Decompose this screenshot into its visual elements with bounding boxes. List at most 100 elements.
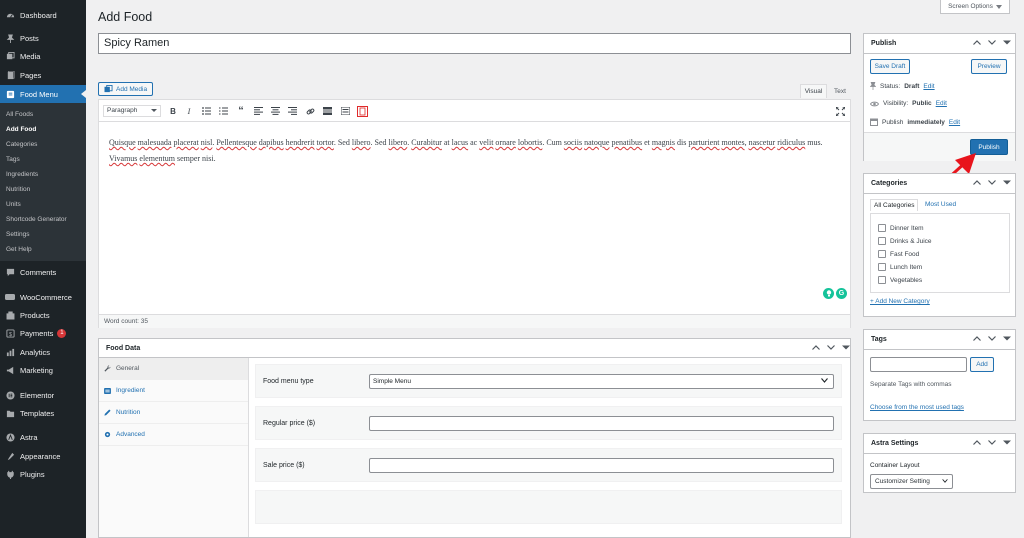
woocommerce-icon: [5, 292, 15, 302]
products-icon: [5, 310, 15, 320]
bold-icon[interactable]: B: [167, 105, 179, 117]
move-down-icon[interactable]: [987, 438, 996, 447]
editor-content[interactable]: Quisque malesuada placerat nisl. Pellent…: [109, 135, 844, 167]
sidebar-item-analytics[interactable]: Analytics: [0, 343, 86, 361]
sidebar-item-media[interactable]: Media: [0, 47, 86, 65]
numbered-list-icon[interactable]: [217, 105, 229, 117]
toggle-panel-icon[interactable]: [1002, 334, 1011, 343]
toggle-panel-icon[interactable]: [1002, 38, 1011, 47]
regular-price-input[interactable]: [369, 416, 834, 431]
schedule-row: Publish immediately Edit: [870, 118, 960, 126]
move-up-icon[interactable]: [811, 343, 820, 352]
submenu-settings[interactable]: Settings: [6, 231, 30, 238]
align-center-icon[interactable]: [269, 105, 281, 117]
sidebar-item-dashboard[interactable]: Dashboard: [0, 6, 86, 24]
pin-icon: [870, 82, 876, 90]
tab-nutrition[interactable]: Nutrition: [99, 402, 248, 424]
choose-tags-link[interactable]: Choose from the most used tags: [870, 404, 964, 411]
sidebar-item-food-menu[interactable]: Food Menu: [0, 85, 86, 103]
save-draft-button[interactable]: Save Draft: [870, 59, 910, 74]
read-more-icon[interactable]: [321, 105, 333, 117]
tab-ingredient[interactable]: Ingredient: [99, 380, 248, 402]
move-down-icon[interactable]: [987, 178, 996, 187]
align-left-icon[interactable]: [252, 105, 264, 117]
bullet-list-icon[interactable]: [200, 105, 212, 117]
sidebar-item-posts[interactable]: Posts: [0, 29, 86, 47]
grammarly-widget: G: [823, 288, 847, 299]
preview-button[interactable]: Preview: [971, 59, 1007, 74]
shortcode-icon[interactable]: [356, 105, 368, 117]
sale-price-input[interactable]: [369, 458, 834, 473]
sidebar-item-woocommerce[interactable]: WooCommerce: [0, 288, 86, 306]
post-title-input[interactable]: Spicy Ramen: [98, 33, 851, 54]
toolbar-toggle-icon[interactable]: [339, 105, 351, 117]
submenu-add-food[interactable]: Add Food: [6, 126, 36, 133]
move-up-icon[interactable]: [972, 38, 981, 47]
sidebar-item-elementor[interactable]: Elementor: [0, 386, 86, 404]
astra-settings-header: Astra Settings: [864, 434, 1015, 454]
astra-icon: [5, 432, 15, 442]
category-checkbox[interactable]: [878, 276, 886, 284]
tab-advanced[interactable]: Advanced: [99, 424, 248, 446]
toggle-panel-icon[interactable]: [1002, 438, 1011, 447]
submenu-shortcode-generator[interactable]: Shortcode Generator: [6, 216, 67, 223]
add-media-button[interactable]: Add Media: [98, 82, 154, 96]
visibility-row: Visibility: Public Edit: [870, 100, 947, 107]
tab-all-categories[interactable]: All Categories: [870, 199, 919, 211]
category-checkbox[interactable]: [878, 237, 886, 245]
sidebar-item-payments[interactable]: $ Payments 1: [0, 324, 86, 342]
submenu-units[interactable]: Units: [6, 201, 21, 208]
sidebar-item-appearance[interactable]: Appearance: [0, 447, 86, 465]
submenu-get-help[interactable]: Get Help: [6, 246, 32, 253]
screen-options-button[interactable]: Screen Options: [940, 0, 1010, 14]
category-checkbox[interactable]: [878, 250, 886, 258]
grammarly-lightbulb-icon[interactable]: [823, 288, 834, 299]
sidebar-item-marketing[interactable]: Marketing: [0, 361, 86, 379]
move-up-icon[interactable]: [972, 178, 981, 187]
sidebar-item-templates[interactable]: Templates: [0, 404, 86, 422]
blockquote-icon[interactable]: “: [235, 105, 247, 117]
toggle-panel-icon[interactable]: [1002, 178, 1011, 187]
submenu-all-foods[interactable]: All Foods: [6, 111, 33, 118]
edit-schedule-link[interactable]: Edit: [949, 119, 960, 126]
category-checkbox[interactable]: [878, 263, 886, 271]
toggle-panel-icon[interactable]: [841, 343, 850, 352]
tab-visual[interactable]: Visual: [800, 84, 827, 98]
submenu-tags[interactable]: Tags: [6, 156, 20, 163]
category-checkbox[interactable]: [878, 224, 886, 232]
move-down-icon[interactable]: [826, 343, 835, 352]
add-tag-button[interactable]: Add: [970, 357, 994, 372]
container-layout-select[interactable]: Customizer Setting: [870, 474, 953, 489]
sidebar-item-comments[interactable]: Comments: [0, 263, 86, 281]
fullscreen-icon[interactable]: [834, 105, 846, 117]
misspelled-word: Quisque: [109, 138, 136, 147]
edit-visibility-link[interactable]: Edit: [936, 100, 947, 107]
grammarly-icon[interactable]: G: [836, 288, 847, 299]
sidebar-item-astra[interactable]: Astra: [0, 428, 86, 446]
food-menu-type-select[interactable]: Simple Menu: [369, 374, 834, 389]
tag-input[interactable]: [870, 357, 967, 372]
category-checklist: Dinner Item Drinks & Juice Fast Food Lun…: [870, 213, 1010, 293]
edit-status-link[interactable]: Edit: [923, 83, 934, 90]
tab-most-used[interactable]: Most Used: [925, 201, 956, 208]
tab-general[interactable]: General: [99, 358, 248, 380]
submenu-nutrition[interactable]: Nutrition: [6, 186, 30, 193]
ingredient-icon: [104, 387, 111, 394]
add-new-category-link[interactable]: + Add New Category: [870, 298, 930, 305]
move-down-icon[interactable]: [987, 334, 996, 343]
submenu-categories[interactable]: Categories: [6, 141, 37, 148]
sidebar-item-pages[interactable]: Pages: [0, 66, 86, 84]
italic-icon[interactable]: I: [183, 105, 195, 117]
move-up-icon[interactable]: [972, 334, 981, 343]
submenu-ingredients[interactable]: Ingredients: [6, 171, 38, 178]
format-select[interactable]: Paragraph: [103, 105, 161, 117]
astra-settings-box: Astra Settings Container Layout Customiz…: [863, 433, 1016, 493]
tab-text[interactable]: Text: [829, 84, 851, 98]
align-right-icon[interactable]: [286, 105, 298, 117]
payments-badge: 1: [57, 328, 67, 338]
sidebar-item-products[interactable]: Products: [0, 306, 86, 324]
move-up-icon[interactable]: [972, 438, 981, 447]
sidebar-item-plugins[interactable]: Plugins: [0, 465, 86, 483]
move-down-icon[interactable]: [987, 38, 996, 47]
link-icon[interactable]: [304, 105, 316, 117]
